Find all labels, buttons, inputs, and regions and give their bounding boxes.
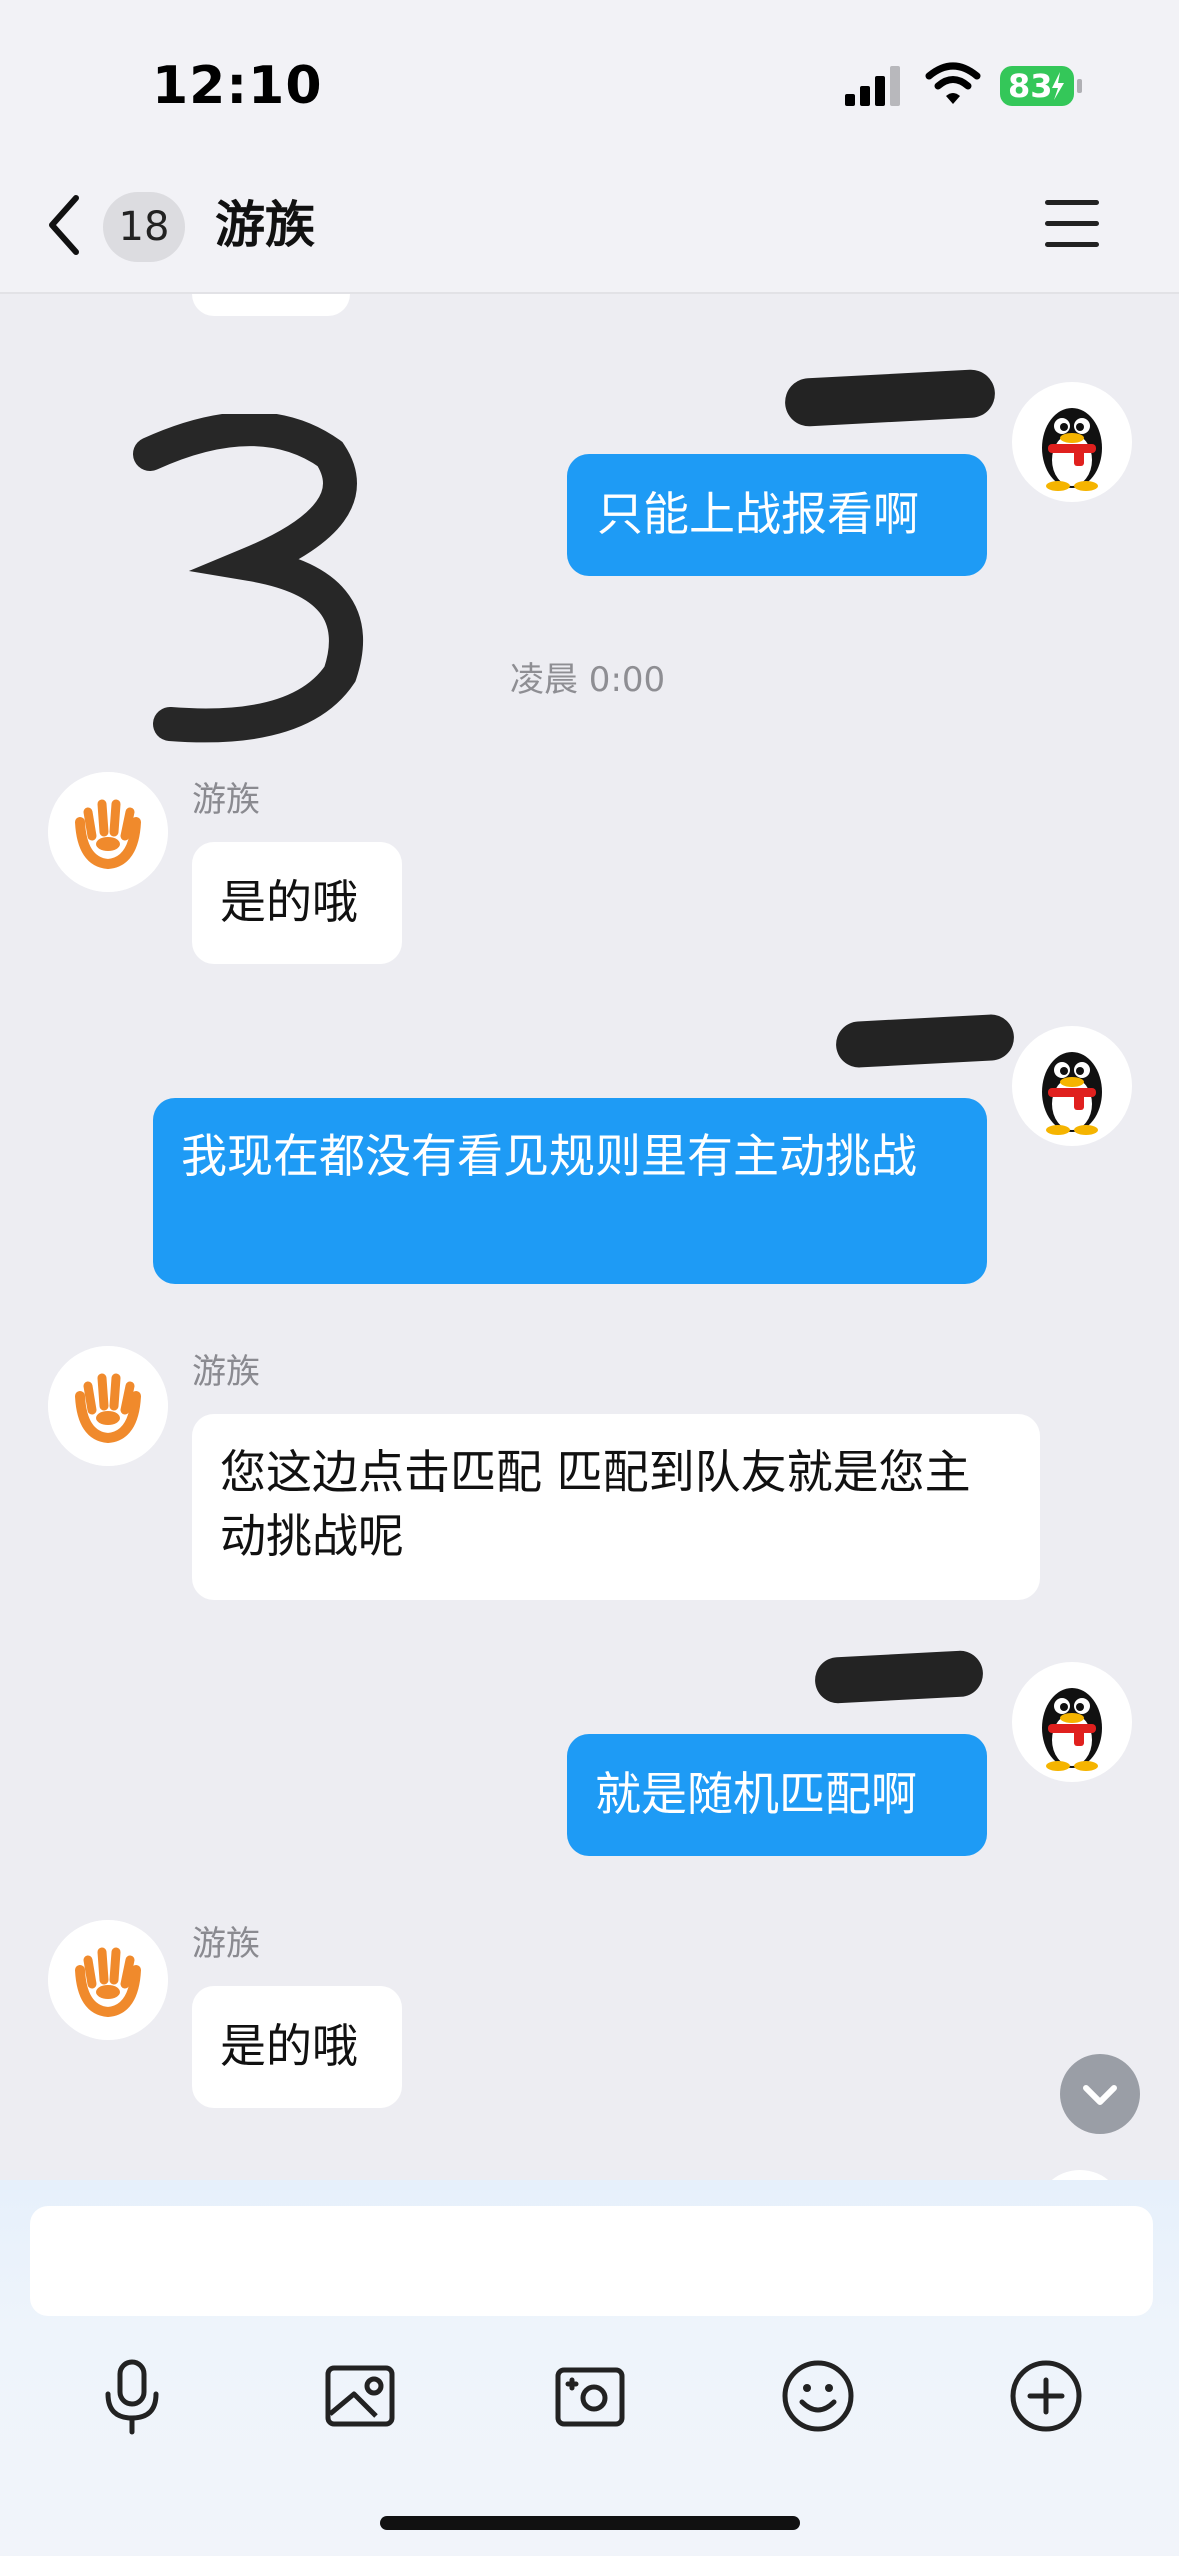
qq-penguin-avatar-icon[interactable] <box>1012 1662 1132 1782</box>
back-button[interactable] <box>40 190 90 260</box>
unread-count-badge[interactable]: 18 <box>103 192 185 262</box>
penguin-icon <box>1042 408 1102 491</box>
camera-icon[interactable] <box>550 2356 630 2436</box>
outgoing-message[interactable]: 只能上战报看啊 <box>567 454 987 576</box>
incoming-message[interactable]: 是的哦 <box>192 1986 402 2108</box>
youzu-logo-icon <box>48 772 168 892</box>
wifi-icon <box>925 62 981 104</box>
timestamp: 凌晨 0:00 <box>510 660 666 700</box>
plus-icon[interactable] <box>1006 2356 1086 2436</box>
emoji-icon[interactable] <box>778 2356 858 2436</box>
battery-level: 83 <box>1008 67 1053 105</box>
cellular-signal-icon <box>845 66 900 106</box>
microphone-icon[interactable] <box>92 2356 172 2436</box>
menu-button[interactable] <box>1045 200 1099 250</box>
outgoing-message[interactable]: 就是随机匹配啊 <box>567 1734 987 1856</box>
menu-line <box>1045 242 1099 247</box>
status-time: 12:10 <box>152 56 323 116</box>
sender-name: 游族 <box>192 780 260 820</box>
redacted-name <box>813 1649 985 1705</box>
scroll-to-bottom-button[interactable] <box>1060 2054 1140 2134</box>
incoming-message[interactable]: 是的哦 <box>192 842 402 964</box>
photo-album-icon[interactable] <box>320 2356 400 2436</box>
sender-name: 游族 <box>192 1924 260 1964</box>
qq-penguin-avatar-icon[interactable] <box>1012 1026 1132 1146</box>
outgoing-message[interactable]: 我现在都没有看见规则里有主动挑战 <box>153 1098 987 1284</box>
chevron-down-icon <box>1083 2085 1117 2105</box>
message-bubble-partial <box>192 294 350 316</box>
sender-name: 游族 <box>192 1352 260 1392</box>
youzu-logo-icon <box>48 1346 168 1466</box>
battery-indicator: 83 <box>1000 64 1084 108</box>
chat-title: 游族 <box>215 196 315 254</box>
menu-line <box>1045 221 1099 226</box>
scribble-redaction <box>133 414 363 743</box>
home-indicator <box>380 2516 800 2530</box>
incoming-message[interactable]: 您这边点击匹配 匹配到队友就是您主动挑战呢 <box>192 1414 1040 1600</box>
message-input[interactable] <box>30 2206 1153 2316</box>
message-list[interactable]: 只能上战报看啊 凌晨 0:00 游族 是的哦 我现在都没有看见规则里有主动挑战 … <box>0 294 1179 2184</box>
youzu-avatar-icon[interactable] <box>48 1920 168 2040</box>
youzu-logo-icon <box>48 1920 168 2040</box>
redacted-name <box>783 368 997 428</box>
penguin-icon <box>1042 1052 1102 1135</box>
qq-penguin-avatar-icon[interactable] <box>1012 382 1132 502</box>
youzu-avatar-icon[interactable] <box>48 1346 168 1466</box>
redacted-name <box>834 1013 1016 1069</box>
penguin-icon <box>1042 1688 1102 1771</box>
youzu-avatar-icon[interactable] <box>48 772 168 892</box>
menu-line <box>1045 200 1099 205</box>
